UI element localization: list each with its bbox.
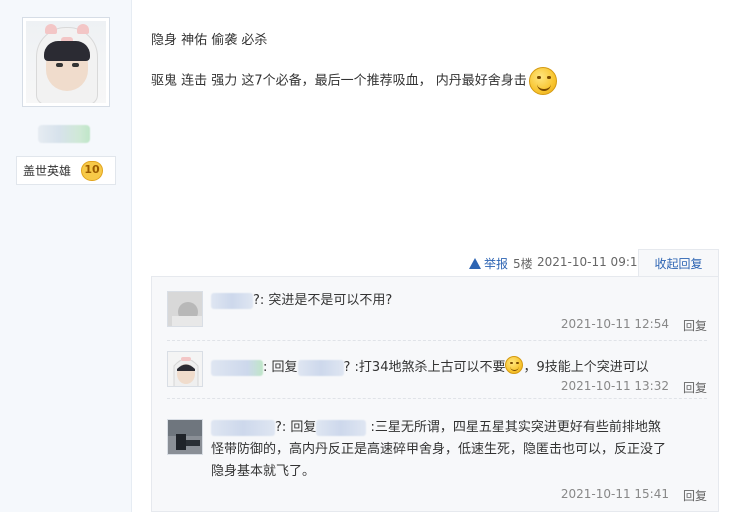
author-badge[interactable]: 盖世英雄 10 — [16, 156, 116, 185]
reply-avatar[interactable] — [167, 291, 203, 327]
level-number: 10 — [84, 162, 100, 176]
collapse-replies-button[interactable]: 收起回复 — [638, 249, 719, 277]
reply-timestamp: 2021-10-11 12:54 — [560, 317, 669, 331]
reply-panel: ?: 突进是不是可以不用? 2021-10-11 12:54 回复 : 回复? … — [151, 276, 719, 512]
report-label: 举报 — [484, 257, 509, 271]
avatar-image — [168, 352, 202, 386]
reply-timestamp: 2021-10-11 13:32 — [560, 379, 669, 393]
reply-item: ?: 回复 :三星无所谓，四星五星其实突进更好有些前排地煞 怪带防御的，高内丹反… — [167, 401, 707, 505]
report-link[interactable]: 举报 — [469, 255, 508, 272]
reply-username-redacted[interactable] — [211, 419, 275, 436]
reply-body: ?: 突进是不是可以不用? — [253, 293, 393, 308]
author-sidebar: 盖世英雄 10 — [0, 0, 132, 512]
mentioned-username-redacted[interactable] — [316, 419, 367, 436]
post-content-line2-text: 驱鬼 连击 强力 这7个必备，最后一个推荐吸血， 内丹最好舍身击 — [151, 73, 527, 89]
reply-text: ?: 回复 :三星无所谓，四星五星其实突进更好有些前排地煞 怪带防御的，高内丹反… — [211, 419, 667, 479]
smiley-emoji-icon — [505, 356, 524, 374]
reply-timestamp: 2021-10-11 15:41 — [560, 487, 669, 501]
author-avatar[interactable] — [22, 17, 110, 107]
avatar-image — [26, 21, 106, 103]
reply-button[interactable]: 回复 — [683, 317, 707, 334]
reply-text: ?: 突进是不是可以不用? — [211, 290, 392, 312]
avatar-image — [168, 420, 202, 454]
reply-item: ?: 突进是不是可以不用? 2021-10-11 12:54 回复 — [167, 287, 707, 341]
reply-button[interactable]: 回复 — [683, 487, 707, 504]
post-content-line2: 驱鬼 连击 强力 这7个必备，最后一个推荐吸血， 内丹最好舍身击 — [151, 67, 557, 95]
post-timestamp: 2021-10-11 09:11 — [537, 255, 646, 269]
reply-username-redacted[interactable] — [211, 359, 263, 376]
author-username-redacted[interactable] — [38, 125, 90, 143]
mentioned-username-redacted[interactable] — [297, 359, 344, 376]
warning-icon — [469, 258, 481, 269]
level-badge-icon: 10 — [81, 160, 104, 181]
reply-avatar[interactable] — [167, 351, 203, 387]
avatar-image — [168, 292, 202, 326]
reply-avatar[interactable] — [167, 419, 203, 455]
badge-title: 盖世英雄 — [23, 164, 72, 178]
post-content-line1: 隐身 神佑 偷袭 必杀 — [151, 33, 268, 48]
reply-username-redacted[interactable] — [211, 292, 253, 309]
smiley-emoji-icon — [528, 67, 557, 95]
reply-text: : 回复? :打34地煞杀上古可以不要 ，9技能上个突进可以 — [211, 356, 649, 379]
floor-number: 5楼 — [513, 257, 533, 271]
reply-button[interactable]: 回复 — [683, 379, 707, 396]
reply-item: : 回复? :打34地煞杀上古可以不要 ，9技能上个突进可以 2021-10-11… — [167, 343, 707, 399]
